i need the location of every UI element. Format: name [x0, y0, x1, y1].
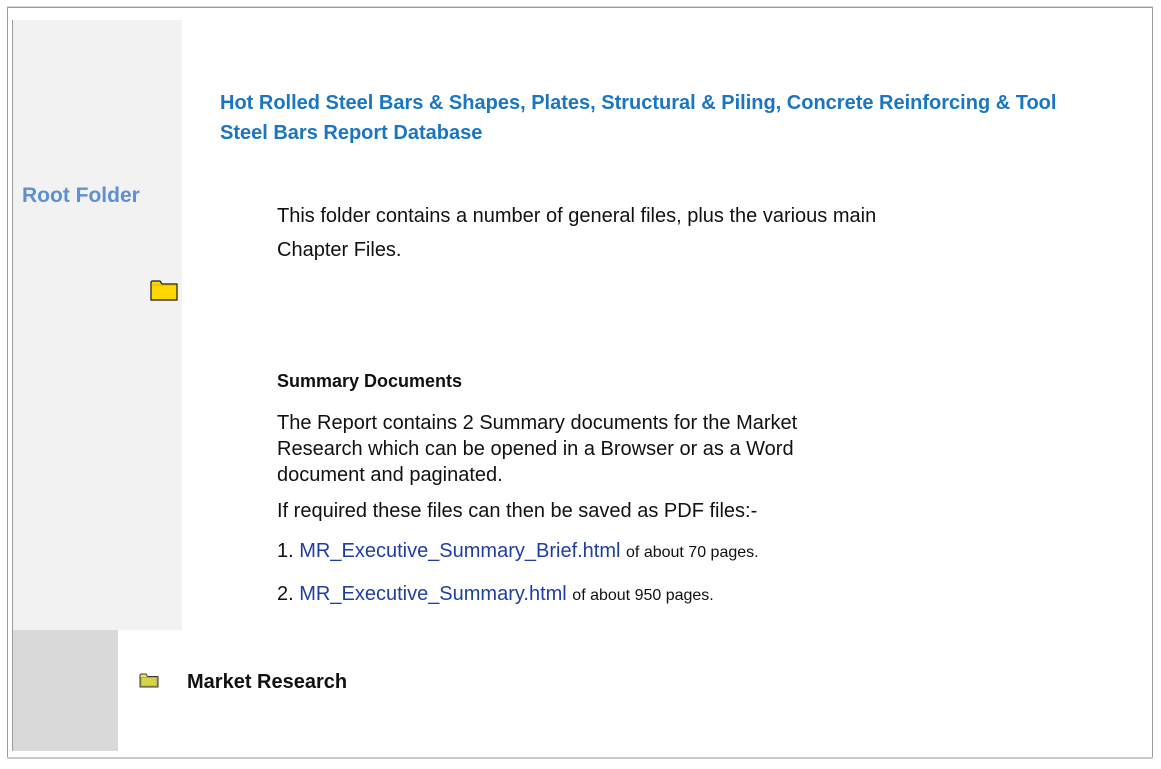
page-title: Hot Rolled Steel Bars & Shapes, Plates, … — [220, 92, 1057, 144]
list-item: 2. MR_Executive_Summary.html of about 95… — [277, 583, 714, 606]
page-count: of about 950 pages. — [572, 587, 714, 604]
root-folder-label: Root Folder — [22, 184, 140, 207]
executive-summary-brief-link[interactable]: MR_Executive_Summary_Brief.html — [299, 540, 620, 562]
page-count: of about 70 pages. — [626, 544, 759, 561]
folder-icon[interactable] — [150, 279, 178, 301]
frame-bottom-shadow — [7, 757, 1153, 759]
summary-heading: Summary Documents — [277, 371, 463, 391]
summary-description: The Report contains 2 Summary documents … — [277, 412, 798, 486]
list-item-number: 2. — [277, 583, 294, 605]
intro-text: This folder contains a number of general… — [277, 205, 877, 261]
market-research-folder-label[interactable]: Market Research — [187, 671, 347, 694]
saved-note: If required these files can then be save… — [277, 500, 758, 522]
sidebar-panel — [13, 20, 182, 630]
sidebar-panel-lower — [13, 630, 118, 751]
folder-icon[interactable] — [139, 673, 159, 688]
executive-summary-link[interactable]: MR_Executive_Summary.html — [299, 583, 566, 605]
list-item-number: 1. — [277, 540, 294, 562]
list-item: 1. MR_Executive_Summary_Brief.html of ab… — [277, 540, 759, 563]
